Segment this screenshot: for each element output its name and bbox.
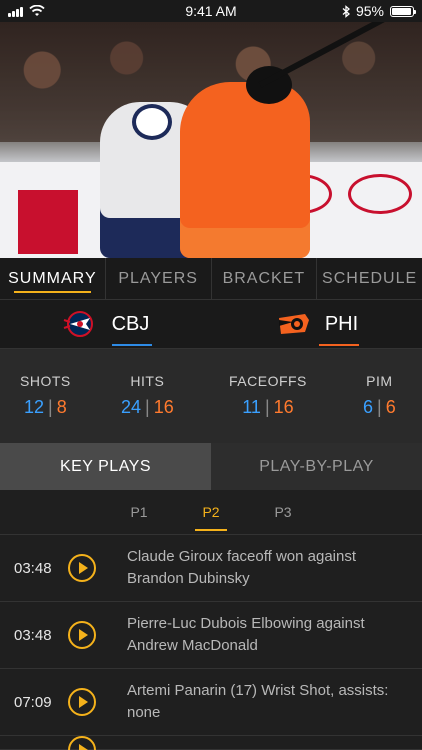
bluetooth-icon <box>342 4 350 18</box>
stat-separator: | <box>145 397 150 417</box>
stat-values: 12 | 8 <box>20 397 71 418</box>
flyers-logo-icon <box>278 314 309 334</box>
stat-label: PIM <box>366 373 393 389</box>
stat-home-value: 6 <box>363 397 374 417</box>
play-description: Artemi Panarin (17) Wrist Shot, assists:… <box>127 682 389 721</box>
team-away: PHI <box>211 300 422 348</box>
team-home-indicator <box>112 344 152 346</box>
stat-away-value: 16 <box>273 397 294 417</box>
stat-home-value: 12 <box>24 397 45 417</box>
team-away-indicator <box>319 344 359 346</box>
period-p3[interactable]: P3 <box>267 490 299 534</box>
list-item[interactable]: 03:48 Claude Giroux faceoff won against … <box>0 535 422 602</box>
team-away-abbr: PHI <box>324 312 359 335</box>
stat-home-value: 11 <box>242 397 261 417</box>
status-left <box>8 5 45 17</box>
stat-values: 24 | 16 <box>121 397 174 418</box>
wifi-icon <box>29 5 45 16</box>
stat-values: 6 | 6 <box>363 397 396 418</box>
play-description: Claude Giroux faceoff won against Brando… <box>127 548 357 587</box>
list-item[interactable]: 03:48 Pierre-Luc Dubois Elbowing against… <box>0 602 422 669</box>
stat-faceoffs: FACEOFFS 11 | 16 <box>229 373 307 418</box>
battery-percent: 95% <box>355 3 384 19</box>
stat-separator: | <box>377 397 382 417</box>
tab-players[interactable]: PLAYERS <box>106 258 212 299</box>
play-time: 03:48 <box>14 626 52 644</box>
stat-separator: | <box>48 397 53 417</box>
player-flyers <box>180 82 310 258</box>
tab-label: SUMMARY <box>8 269 97 287</box>
tab-bracket[interactable]: BRACKET <box>212 258 318 299</box>
key-plays-button[interactable]: KEY PLAYS <box>0 443 211 490</box>
cellular-signal-icon <box>8 5 23 17</box>
play-video-icon[interactable] <box>68 688 96 716</box>
team-home-abbr: CBJ <box>111 312 150 335</box>
period-selector: P1 P2 P3 <box>0 490 422 535</box>
tab-summary[interactable]: SUMMARY <box>0 258 106 299</box>
plays-segmented-control: KEY PLAYS PLAY-BY-PLAY <box>0 443 422 490</box>
stat-values: 11 | 16 <box>229 397 307 418</box>
stat-hits: HITS 24 | 16 <box>121 373 174 418</box>
key-plays-list: 03:48 Claude Giroux faceoff won against … <box>0 535 422 750</box>
game-stats: SHOTS 12 | 8 HITS 24 | 16 FACEOFFS 11 | 16 PIM… <box>0 348 422 443</box>
tab-label: PLAYERS <box>118 269 198 287</box>
tab-schedule[interactable]: SCHEDULE <box>317 258 422 299</box>
battery-level <box>392 7 411 15</box>
play-video-icon[interactable] <box>68 735 96 750</box>
stat-home-value: 24 <box>121 397 142 417</box>
status-bar: 9:41 AM 95% <box>0 0 422 22</box>
player-helmet <box>132 104 172 140</box>
tab-label: SCHEDULE <box>322 269 418 287</box>
tab-label: BRACKET <box>222 269 306 287</box>
blue-jackets-logo-icon <box>63 311 93 337</box>
stat-label: FACEOFFS <box>229 373 307 389</box>
period-p1[interactable]: P1 <box>123 490 155 534</box>
stat-away-value: 16 <box>153 397 174 417</box>
play-by-play-button[interactable]: PLAY-BY-PLAY <box>211 443 422 490</box>
play-video-icon[interactable] <box>68 621 96 649</box>
team-home: CBJ <box>0 300 211 348</box>
stat-separator: | <box>264 397 270 417</box>
play-description: Pierre-Luc Dubois Elbowing against Andre… <box>127 615 365 654</box>
stat-pim: PIM 6 | 6 <box>363 373 396 418</box>
board-logo-right <box>348 174 412 214</box>
play-time: 07:09 <box>14 693 52 711</box>
period-p2[interactable]: P2 <box>195 490 227 534</box>
section-tabs: SUMMARY PLAYERS BRACKET SCHEDULE <box>0 258 422 300</box>
teams-header: CBJ PHI <box>0 300 422 348</box>
list-item[interactable] <box>0 735 422 750</box>
board-advertisement <box>18 190 78 254</box>
stat-label: HITS <box>130 373 165 389</box>
play-video-icon[interactable] <box>68 554 96 582</box>
stat-label: SHOTS <box>20 373 71 389</box>
stat-away-value: 8 <box>56 397 67 417</box>
stat-shots: SHOTS 12 | 8 <box>20 373 71 418</box>
stat-away-value: 6 <box>385 397 396 417</box>
play-time: 03:48 <box>14 559 52 577</box>
list-item[interactable]: 07:09 Artemi Panarin (17) Wrist Shot, as… <box>0 669 422 736</box>
battery-icon <box>390 5 416 17</box>
game-hero-image <box>0 22 422 258</box>
status-right: 95% <box>342 3 416 19</box>
